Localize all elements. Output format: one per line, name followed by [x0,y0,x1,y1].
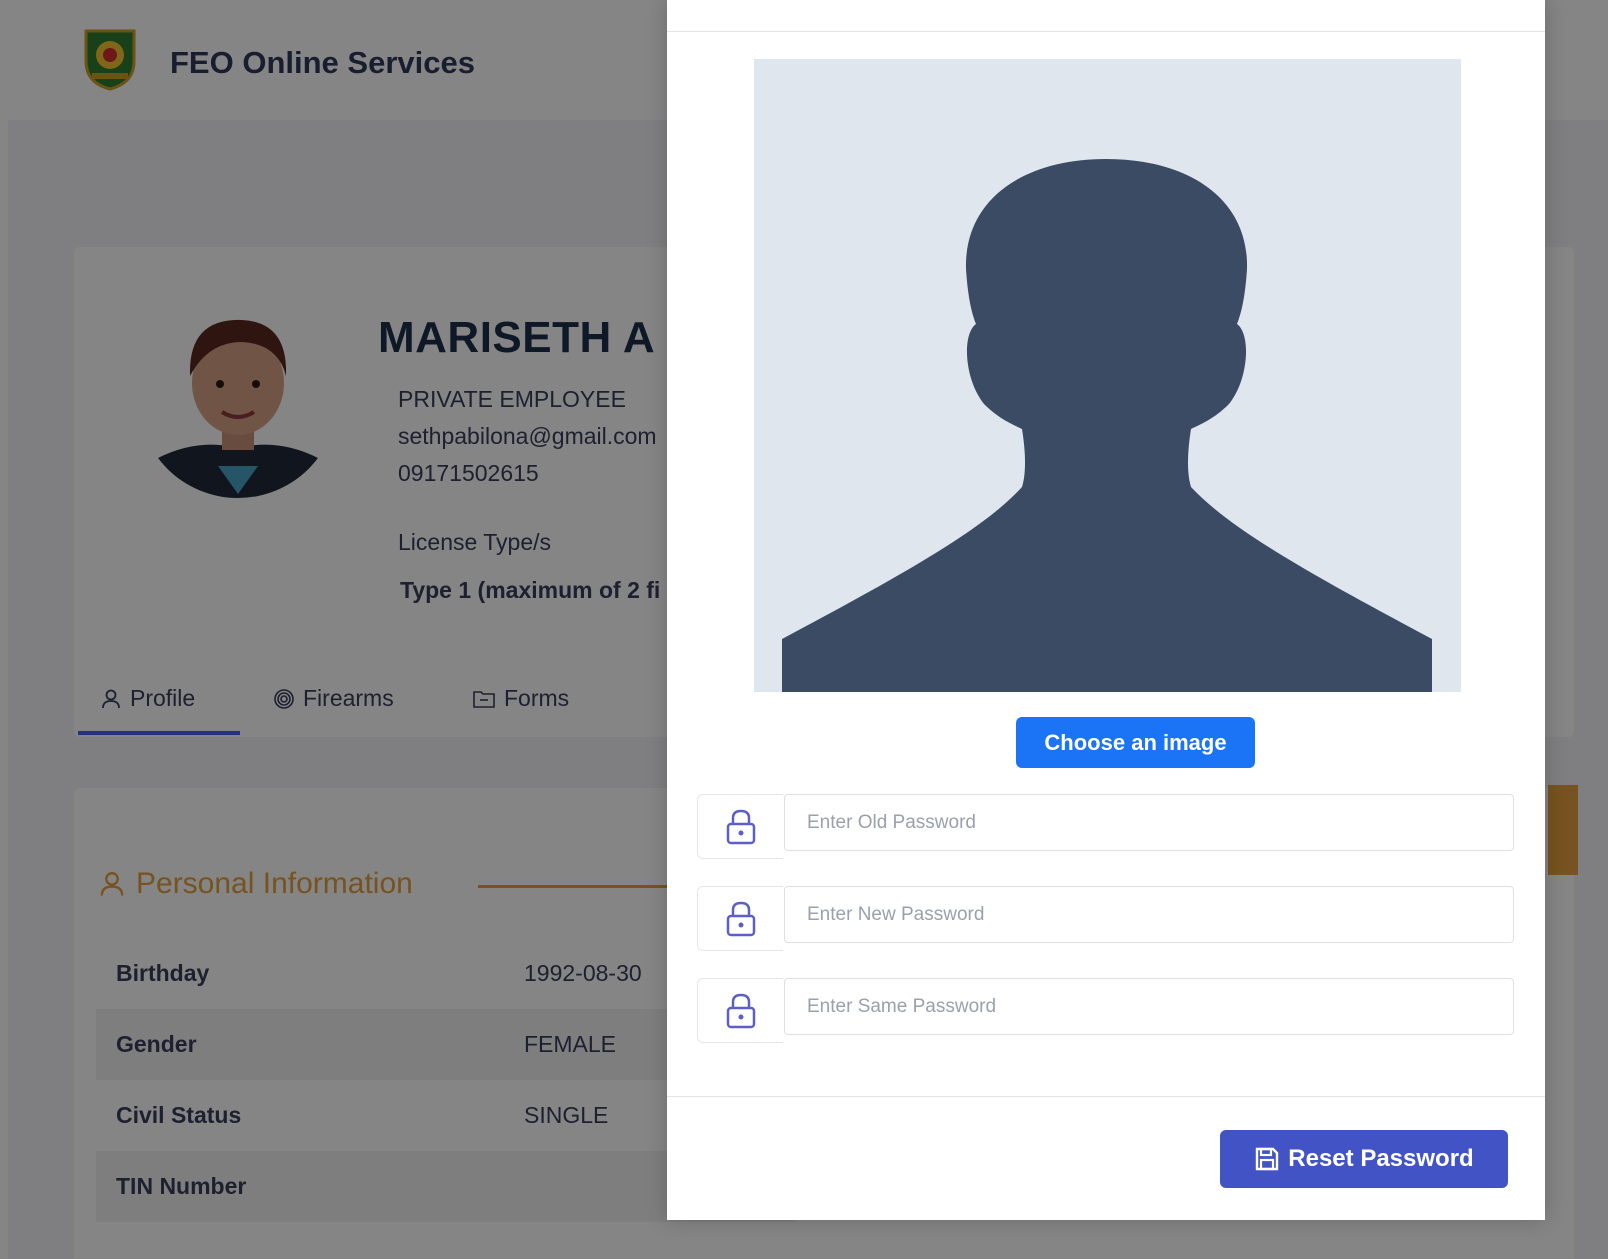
choose-image-button[interactable]: Choose an image [1016,717,1255,768]
lock-addon [697,978,783,1043]
lock-icon [726,993,755,1028]
lock-icon [726,809,755,844]
modal-header-divider [667,31,1545,32]
confirm-password-input[interactable] [784,978,1514,1035]
lock-addon [697,794,783,859]
profile-photo-placeholder [754,59,1461,692]
person-silhouette-icon [782,159,1432,692]
modal-footer-divider [667,1096,1545,1097]
new-password-group [697,886,1515,951]
change-password-modal: Choose an image Reset Password [667,0,1545,1220]
old-password-group [697,794,1515,859]
new-password-input[interactable] [784,886,1514,943]
save-icon [1256,1147,1279,1171]
reset-password-label: Reset Password [1288,1145,1474,1172]
confirm-password-group [697,978,1515,1043]
lock-icon [726,901,755,936]
reset-password-button[interactable]: Reset Password [1220,1130,1508,1188]
old-password-input[interactable] [784,794,1514,851]
lock-addon [697,886,783,951]
